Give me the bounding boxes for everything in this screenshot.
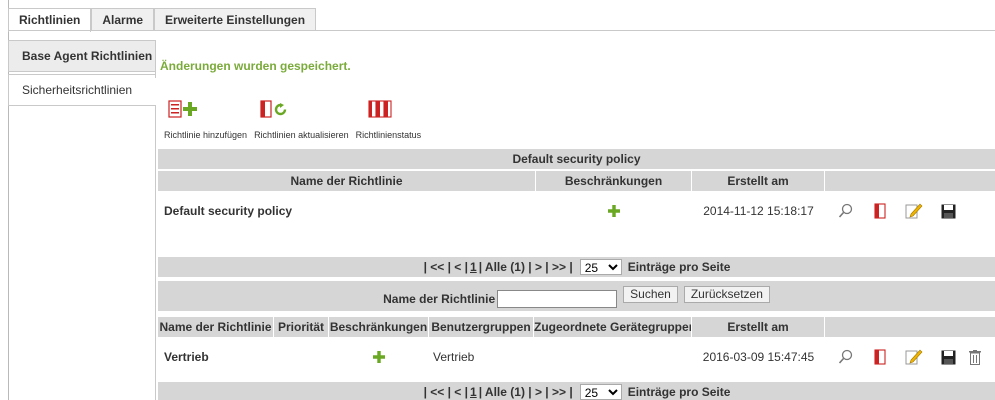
row-actions xyxy=(825,337,995,377)
toolbar: Richtlinie hinzufügen Richtlinien aktual… xyxy=(164,96,428,140)
save-icon[interactable] xyxy=(931,350,965,365)
policies-table: Name der Richtlinie Priorität Beschränku… xyxy=(158,317,995,377)
side-tab-security[interactable]: Sicherheitsrichtlinien xyxy=(8,74,156,106)
pager-page-current[interactable]: 1 xyxy=(470,385,477,399)
table-row: Default security policy 2014-11-12 15:18… xyxy=(158,191,995,231)
search-section: Name der Richtlinie Suchen Zurücksetzen xyxy=(158,281,995,311)
add-policy-label: Richtlinie hinzufügen xyxy=(164,130,248,140)
policy-status-label: Richtlinienstatus xyxy=(355,130,422,140)
col-header-name[interactable]: Name der Richtlinie xyxy=(158,171,536,191)
table-row: Vertrieb Vertrieb 2016-03-09 15:47:45 xyxy=(158,337,995,377)
policy-status-button[interactable]: Richtlinienstatus xyxy=(355,96,422,140)
table-header: Name der Richtlinie Priorität Beschränku… xyxy=(158,317,995,337)
col-header-name[interactable]: Name der Richtlinie xyxy=(158,317,274,337)
priority-cell xyxy=(274,337,329,377)
side-divider xyxy=(155,40,156,78)
plus-icon xyxy=(183,102,197,116)
section-title: Default security policy xyxy=(158,149,995,169)
reset-button[interactable]: Zurücksetzen xyxy=(683,285,770,303)
plus-icon[interactable] xyxy=(373,351,385,363)
side-tab-base-agent[interactable]: Base Agent Richtlinien xyxy=(8,40,156,72)
policy-name[interactable]: Default security policy xyxy=(158,191,536,231)
col-header-created[interactable]: Erstellt am xyxy=(692,171,825,191)
col-header-restrictions[interactable]: Beschränkungen xyxy=(536,171,692,191)
created-date: 2016-03-09 15:47:45 xyxy=(702,350,815,364)
trash-icon[interactable] xyxy=(965,349,985,365)
document-icon xyxy=(168,100,182,118)
documents-icon xyxy=(368,100,392,118)
pager-nav-prev[interactable]: | << | < | xyxy=(424,260,468,274)
tab-erweiterte-einstellungen[interactable]: Erweiterte Einstellungen xyxy=(154,8,317,31)
col-header-actions xyxy=(825,171,995,191)
pager-bottom: | << | < | 1 | Alle (1) | > | >> | 25 Ei… xyxy=(158,382,995,400)
col-header-priority[interactable]: Priorität xyxy=(274,317,329,337)
col-header-user-groups[interactable]: Benutzergruppen xyxy=(429,317,534,337)
save-icon[interactable] xyxy=(931,204,965,219)
pager-top: | << | < | 1 | Alle (1) | > | >> | 25 Ei… xyxy=(158,257,995,277)
device-groups-cell xyxy=(534,337,692,377)
pager-nav-next[interactable]: | Alle (1) | > | >> | xyxy=(479,260,573,274)
row-actions xyxy=(825,191,995,231)
col-header-created[interactable]: Erstellt am xyxy=(692,317,825,337)
document-icon[interactable] xyxy=(863,203,897,219)
restrictions-cell xyxy=(536,191,692,231)
success-message: Änderungen wurden gespeichert. xyxy=(160,59,351,73)
user-groups-cell: Vertrieb xyxy=(433,350,475,364)
search-icon[interactable] xyxy=(829,203,863,219)
edit-icon[interactable] xyxy=(897,348,931,366)
pagination: | << | < | 1 | Alle (1) | > | >> | 25 Ei… xyxy=(158,257,995,277)
pager-page-current[interactable]: 1 xyxy=(470,260,477,274)
tabs-divider xyxy=(8,30,995,31)
side-tabs: Base Agent Richtlinien Sicherheitsrichtl… xyxy=(8,40,156,108)
col-header-device-groups[interactable]: Zugeordnete Gerätegruppen xyxy=(534,317,692,337)
document-icon[interactable] xyxy=(863,349,897,365)
refresh-policies-button[interactable]: Richtlinien aktualisieren xyxy=(254,96,349,140)
pager-nav-next[interactable]: | Alle (1) | > | >> | xyxy=(479,385,573,399)
policy-name[interactable]: Vertrieb xyxy=(158,337,274,377)
refresh-policies-label: Richtlinien aktualisieren xyxy=(254,130,349,140)
search-button[interactable]: Suchen xyxy=(623,285,678,303)
page-size-label: Einträge pro Seite xyxy=(627,260,731,274)
restrictions-cell xyxy=(329,337,429,377)
document-icon xyxy=(260,100,272,118)
search-icon[interactable] xyxy=(829,349,863,365)
search-bar: Name der Richtlinie Suchen Zurücksetzen xyxy=(158,281,995,311)
top-tabs: Richtlinien Alarme Erweiterte Einstellun… xyxy=(8,8,317,32)
col-header-actions xyxy=(825,317,995,337)
side-divider xyxy=(155,106,156,400)
tab-alarme[interactable]: Alarme xyxy=(91,8,155,31)
edit-icon[interactable] xyxy=(897,202,931,220)
tab-richtlinien[interactable]: Richtlinien xyxy=(8,8,92,32)
page-size-select[interactable]: 25 xyxy=(579,384,622,400)
table-header: Name der Richtlinie Beschränkungen Erste… xyxy=(158,171,995,191)
add-policy-button[interactable]: Richtlinie hinzufügen xyxy=(164,96,247,140)
page-size-select[interactable]: 25 xyxy=(579,259,622,275)
search-label: Name der Richtlinie xyxy=(383,292,496,306)
search-input[interactable] xyxy=(497,290,618,308)
created-date: 2014-11-12 15:18:17 xyxy=(703,204,814,218)
pager-nav-prev[interactable]: | << | < | xyxy=(424,385,468,399)
side-divider xyxy=(8,105,156,106)
plus-icon[interactable] xyxy=(608,205,620,217)
default-policy-section: Default security policy Name der Richtli… xyxy=(158,149,995,231)
page-size-label: Einträge pro Seite xyxy=(627,385,731,399)
pagination: | << | < | 1 | Alle (1) | > | >> | 25 Ei… xyxy=(158,382,995,400)
refresh-icon xyxy=(274,102,287,115)
col-header-restrictions[interactable]: Beschränkungen xyxy=(329,317,429,337)
